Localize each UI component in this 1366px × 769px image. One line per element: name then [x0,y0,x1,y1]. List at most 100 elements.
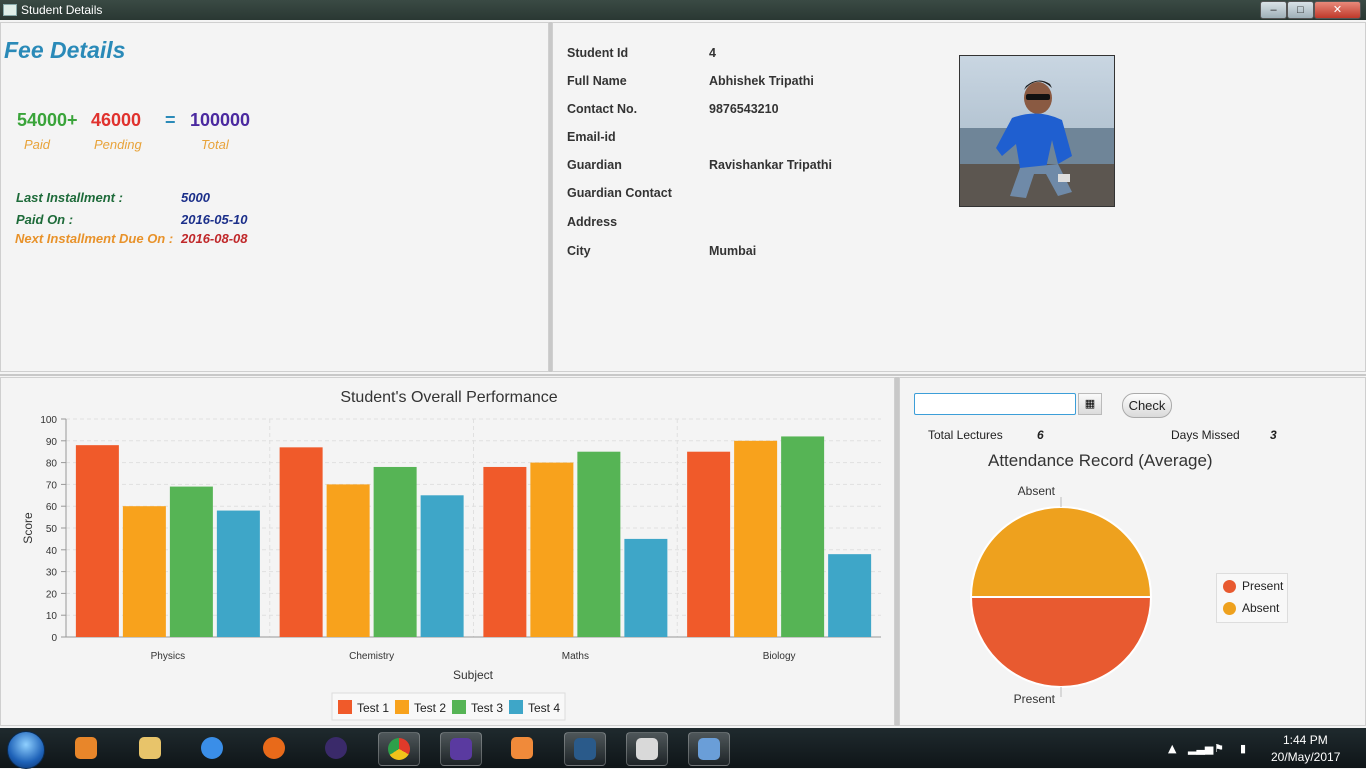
media-player-icon[interactable] [66,732,106,764]
guardian-label: Guardian [567,158,622,172]
bluestack-icon[interactable] [502,732,542,764]
email-label: Email-id [567,130,616,144]
bar-test-1-maths [483,466,527,637]
bar-test-4-chemistry [420,495,464,637]
bar-test-2-maths [530,462,574,637]
flag-icon[interactable]: ⚑ [1214,742,1224,755]
close-button[interactable]: ✕ [1314,1,1361,19]
java-app-icon[interactable] [626,732,668,766]
legend-label-absent: Absent [1242,601,1280,615]
paid-caption: Paid [24,137,51,152]
x-tick-label: Maths [562,651,589,662]
bar-test-4-physics [216,510,260,637]
pie-label-present: Present [1014,692,1056,706]
bar-test-4-biology [828,554,872,637]
y-tick-label: 90 [46,437,58,448]
next-due-label: Next Installment Due On : [15,231,174,246]
chart-title: Student's Overall Performance [340,389,557,406]
y-tick-label: 0 [51,633,57,644]
bar-test-1-biology [687,451,731,637]
pie-slice-present [969,596,1153,688]
legend-swatch [509,700,523,714]
pending-caption: Pending [94,137,142,152]
bar-test-3-maths [577,451,621,637]
legend-label: Test 4 [528,701,560,715]
window-title: Student Details [21,3,103,17]
firefox-icon[interactable] [254,732,294,764]
battery-icon[interactable]: ▮ [1240,742,1246,755]
attendance-panel: ▦ Check Total Lectures 6 Days Missed 3 A… [899,377,1366,726]
performance-chart-panel: Student's Overall Performance 0 10 20 30 40 50… [0,377,895,726]
legend-label: Test 2 [414,701,446,715]
y-tick-label: 50 [46,524,58,535]
y-axis-label: Score [21,512,35,544]
address-label: Address [567,215,618,229]
minimize-button[interactable]: – [1260,1,1287,19]
equals-sign: = [165,110,176,130]
last-installment-label: Last Installment : [16,190,123,205]
y-tick-label: 70 [46,480,58,491]
y-tick-label: 40 [46,546,58,557]
eclipse-icon[interactable] [316,732,356,764]
full-name-value: Abhishek Tripathi [709,74,814,88]
guardian-contact-label: Guardian Contact [567,186,672,200]
clock-date[interactable]: 20/May/2017 [1271,750,1340,764]
student-info-panel: Student Id 4 Full Name Abhishek Tripathi… [552,22,1366,372]
network-icon[interactable]: ▂▃▅ [1188,742,1213,755]
x-tick-label: Chemistry [349,651,394,662]
y-tick-label: 30 [46,568,58,579]
chrome-icon[interactable] [378,732,420,766]
legend-label: Test 3 [471,701,503,715]
pie-label-absent: Absent [1018,484,1056,498]
pie-legend: Present Absent [1216,573,1288,623]
fee-details-panel: Fee Details 54000+ 46000 = 100000 Paid P… [0,22,549,372]
total-caption: Total [201,137,229,152]
bar-test-3-physics [169,486,213,637]
performance-bar-chart: Student's Overall Performance 0 10 20 30 40 50… [21,389,881,721]
fee-title: Fee Details [4,37,126,63]
next-due-value: 2016-08-08 [181,231,248,246]
x-axis-label: Subject [453,668,494,682]
student-id-value: 4 [709,46,716,60]
bar-test-2-chemistry [326,484,370,637]
paid-on-label: Paid On : [16,212,74,227]
city-label: City [567,244,591,258]
bar-test-3-biology [781,436,825,637]
last-installment-value: 5000 [181,190,210,205]
bar-test-4-maths [624,538,668,637]
guardian-value: Ravishankar Tripathi [709,158,832,172]
paint-icon[interactable] [688,732,730,766]
attendance-pie-chart: Present Absent [969,484,1153,706]
maximize-button[interactable]: □ [1287,1,1314,19]
student-photo [959,55,1115,207]
start-button[interactable] [7,731,45,769]
paid-on-value: 2016-05-10 [181,212,248,227]
city-value: Mumbai [709,244,757,258]
full-name-label: Full Name [567,74,627,88]
y-tick-label: 10 [46,611,58,622]
java-ee-ide-icon[interactable] [440,732,482,766]
y-tick-label: 100 [40,415,57,426]
legend-swatch [338,700,352,714]
legend-swatch [452,700,466,714]
y-tick-label: 80 [46,459,58,470]
contact-label: Contact No. [567,102,638,116]
student-id-label: Student Id [567,46,629,60]
x-tick-label: Biology [763,651,796,662]
mysql-workbench-icon[interactable] [564,732,606,766]
legend-label-present: Present [1242,579,1284,593]
show-hidden-icons-icon[interactable]: ▲ [1168,742,1176,755]
clock-time[interactable]: 1:44 PM [1283,733,1328,747]
internet-explorer-icon[interactable] [192,732,232,764]
file-explorer-icon[interactable] [130,732,170,764]
bar-test-2-biology [734,440,778,637]
bar-test-1-physics [75,445,119,637]
paid-amount: 54000+ [17,110,78,130]
pending-amount: 46000 [91,110,142,130]
app-icon [3,4,17,16]
total-amount: 100000 [190,110,251,130]
taskbar: ▲ ▂▃▅ ⚑ ▮ 1:44 PM 20/May/2017 [0,728,1366,769]
bar-test-1-chemistry [279,447,323,637]
horizontal-divider [0,374,1366,376]
contact-value: 9876543210 [709,102,779,116]
